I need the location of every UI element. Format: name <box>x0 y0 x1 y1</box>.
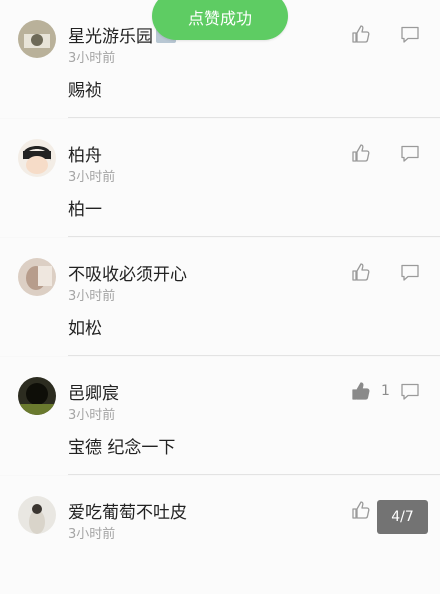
username[interactable]: 不吸收必须开心 <box>68 260 187 285</box>
thumbs-up-icon <box>352 25 370 43</box>
timestamp: 3小时前 <box>68 289 116 304</box>
reply-button[interactable] <box>400 145 420 167</box>
reply-button[interactable] <box>400 26 420 48</box>
comment-item: 爱吃葡萄不吐皮 3小时前 <box>0 476 440 594</box>
comment-bubble-icon <box>401 264 419 281</box>
avatar[interactable] <box>18 139 56 177</box>
avatar[interactable] <box>18 377 56 415</box>
timestamp: 3小时前 <box>68 51 116 66</box>
like-button[interactable] <box>351 24 381 44</box>
divider <box>68 355 440 356</box>
comment-item: 不吸收必须开心 3小时前 如松 <box>0 238 440 356</box>
comment-text: 赐祯 <box>68 81 102 101</box>
comment-text: 如松 <box>68 319 102 339</box>
comment-bubble-icon <box>401 26 419 43</box>
page-indicator: 4/7 <box>377 500 428 534</box>
reply-button[interactable] <box>400 264 420 286</box>
avatar[interactable] <box>18 20 56 58</box>
divider <box>68 236 440 237</box>
comment-text: 柏一 <box>68 200 102 220</box>
reply-button[interactable] <box>400 383 420 405</box>
username[interactable]: 柏舟 <box>68 141 102 166</box>
avatar[interactable] <box>18 258 56 296</box>
username[interactable]: 邑卿宸 <box>68 379 119 404</box>
thumbs-up-icon <box>352 501 370 519</box>
avatar[interactable] <box>18 496 56 534</box>
thumbs-up-icon <box>352 263 370 281</box>
like-count: 1 <box>381 383 390 399</box>
comment-item: 柏舟 3小时前 柏一 <box>0 119 440 237</box>
like-button[interactable]: 1 <box>351 381 390 401</box>
like-success-toast: 点赞成功 <box>152 0 288 40</box>
divider <box>68 474 440 475</box>
username[interactable]: 爱吃葡萄不吐皮 <box>68 498 187 523</box>
thumbs-up-icon <box>352 144 370 162</box>
divider <box>68 117 440 118</box>
timestamp: 3小时前 <box>68 170 116 185</box>
thumbs-up-icon <box>352 382 370 400</box>
comment-text: 宝德 纪念一下 <box>68 438 176 458</box>
timestamp: 3小时前 <box>68 527 116 542</box>
like-button[interactable] <box>351 262 381 282</box>
timestamp: 3小时前 <box>68 408 116 423</box>
comment-bubble-icon <box>401 383 419 400</box>
comment-bubble-icon <box>401 145 419 162</box>
comment-item: 邑卿宸 3小时前 宝德 纪念一下 1 <box>0 357 440 475</box>
like-button[interactable] <box>351 143 381 163</box>
